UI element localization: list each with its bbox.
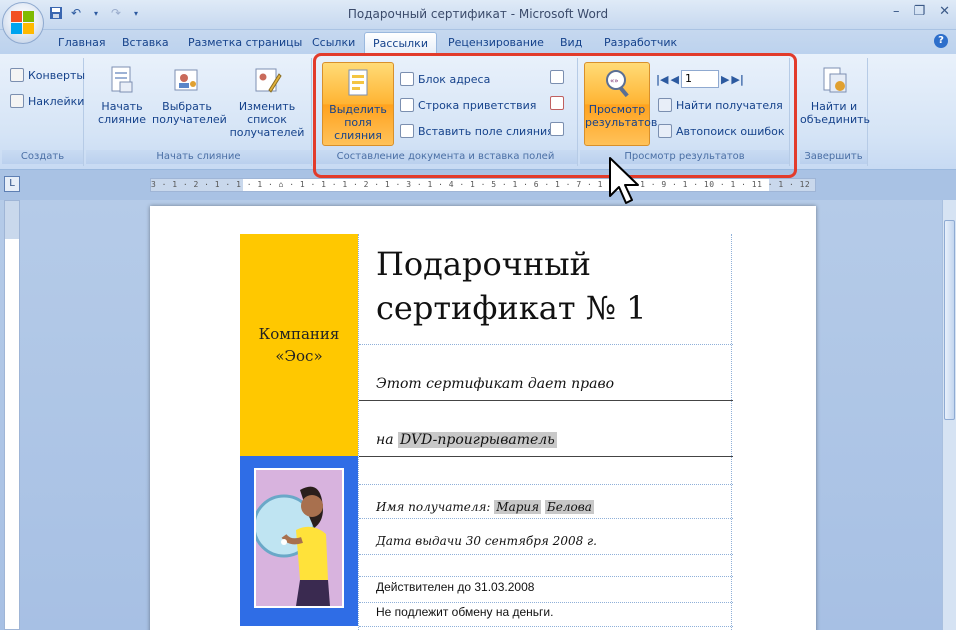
first-record-icon[interactable]: |◀ [656, 73, 668, 86]
insert-merge-field-button[interactable]: Вставить поле слияния ▾ [400, 124, 562, 138]
merge-field-last-name[interactable]: Белова [544, 500, 594, 514]
recipient-line: Имя получателя: Мария Белова [376, 500, 594, 514]
woman-clipart-image [254, 468, 344, 608]
help-icon[interactable]: ? [934, 34, 948, 48]
start-merge-icon [106, 64, 138, 96]
greeting-line-button[interactable]: Строка приветствия [400, 98, 536, 112]
update-labels-button[interactable] [550, 122, 564, 136]
ruler-area: L 3 · 1 · 2 · 1 · 1 · 1 · ⌂ · 1 · 1 · 1 … [0, 170, 956, 200]
next-record-icon[interactable]: ▶ [721, 73, 729, 86]
minimize-icon[interactable]: – [893, 4, 900, 19]
document-workspace: Компания «Эос» Подарочный сертификат № 1… [0, 200, 956, 630]
group-finish: Найти и объединить Завершить [800, 58, 870, 166]
edit-recipient-list-button[interactable]: Изменить список получателей [222, 64, 312, 139]
rules-button[interactable] [550, 70, 564, 84]
record-navigator: |◀ ◀ 1 ▶ ▶| [656, 70, 744, 88]
auto-check-errors-button[interactable]: Автопоиск ошибок [658, 124, 785, 138]
vertical-scrollbar[interactable] [942, 200, 956, 630]
match-fields-button[interactable] [550, 96, 564, 110]
scrollbar-thumb[interactable] [944, 220, 955, 420]
finish-merge-button[interactable]: Найти и объединить [800, 64, 870, 126]
finish-merge-icon [818, 64, 850, 96]
select-recipients-icon [171, 64, 203, 96]
update-labels-icon [550, 122, 564, 136]
group-write-insert: Выделить поля слияния Блок адреса Строка… [314, 58, 578, 166]
highlight-merge-fields-button[interactable]: Выделить поля слияния [322, 62, 394, 146]
start-merge-button[interactable]: Начать слияние [92, 64, 152, 126]
close-icon[interactable]: ✕ [939, 4, 950, 19]
labels-icon [10, 94, 24, 108]
ruler-numbers: 3 · 1 · 2 · 1 · 1 · 1 · ⌂ · 1 · 1 · 1 · … [151, 180, 815, 189]
labels-button[interactable]: Наклейки [10, 94, 84, 108]
office-logo-icon [11, 11, 35, 35]
tab-developer[interactable]: Разработчик [604, 36, 677, 49]
last-record-icon[interactable]: ▶| [731, 73, 743, 86]
preview-icon: «» [601, 67, 633, 99]
company-cell: Компания «Эос» [240, 234, 358, 456]
certificate-line-2: на DVD-проигрыватель [376, 432, 557, 448]
office-button[interactable] [2, 2, 44, 44]
group-start-merge: Начать слияние Выбрать получателей Измен… [86, 58, 312, 166]
previous-record-icon[interactable]: ◀ [670, 73, 678, 86]
group-label-write-insert: Составление документа и вставка полей [314, 150, 577, 164]
company-name: Компания «Эос» [258, 325, 340, 365]
group-create: Конверты Наклейки Создать [2, 58, 85, 166]
certificate-title: Подарочный сертификат № 1 [376, 245, 647, 327]
highlight-fields-icon [342, 67, 374, 99]
valid-until-line: Действителен до 31.03.2008 [376, 580, 535, 594]
address-block-icon [400, 72, 414, 86]
group-preview-results: «» Просмотр результатов |◀ ◀ 1 ▶ ▶| Найт… [580, 58, 790, 166]
group-label-finish: Завершить [800, 150, 867, 164]
edit-list-icon [251, 64, 283, 96]
find-recipient-icon [658, 98, 672, 112]
envelopes-button[interactable]: Конверты [10, 68, 85, 82]
preview-results-button[interactable]: «» Просмотр результатов [584, 62, 657, 146]
tab-mailings[interactable]: Рассылки [364, 32, 437, 54]
tab-review[interactable]: Рецензирование [448, 36, 544, 49]
tab-references[interactable]: Ссылки [312, 36, 355, 49]
ribbon-tabs: Главная Вставка Разметка страницы Ссылки… [0, 30, 956, 54]
vertical-ruler[interactable] [4, 200, 20, 630]
greeting-line-icon [400, 98, 414, 112]
group-label-start-merge: Начать слияние [86, 150, 311, 164]
tab-home[interactable]: Главная [58, 36, 106, 49]
auto-check-icon [658, 124, 672, 138]
merge-field-first-name[interactable]: Мария [494, 500, 542, 514]
certificate-line-1: Этот сертификат дает право [376, 376, 615, 392]
horizontal-ruler[interactable]: 3 · 1 · 2 · 1 · 1 · 1 · ⌂ · 1 · 1 · 1 · … [150, 178, 816, 192]
document-page[interactable]: Компания «Эос» Подарочный сертификат № 1… [150, 206, 816, 630]
find-recipient-button[interactable]: Найти получателя [658, 98, 783, 112]
envelope-icon [10, 68, 24, 82]
restore-icon[interactable]: ❐ [913, 4, 925, 19]
address-block-button[interactable]: Блок адреса [400, 72, 490, 86]
window-title: Подарочный сертификат - Microsoft Word [347, 7, 609, 21]
match-fields-icon [550, 96, 564, 110]
window-controls: – ❐ ✕ [893, 4, 950, 19]
merge-field-prize[interactable]: DVD-проигрыватель [398, 432, 557, 448]
group-label-create: Создать [2, 150, 83, 164]
issue-date-line: Дата выдачи 30 сентября 2008 г. [376, 534, 597, 548]
image-cell [240, 456, 358, 626]
ribbon: Конверты Наклейки Создать Начать слияние… [0, 54, 956, 170]
tab-selector-icon[interactable]: L [4, 176, 20, 192]
tab-view[interactable]: Вид [560, 36, 582, 49]
record-number-input[interactable]: 1 [680, 70, 719, 88]
insert-field-icon [400, 124, 414, 138]
mouse-cursor-icon [608, 156, 642, 209]
no-exchange-line: Не подлежит обмену на деньги. [376, 605, 554, 619]
title-bar: ↶ ▾ ↷ ▾ Подарочный сертификат - Microsof… [0, 0, 956, 30]
tab-page-layout[interactable]: Разметка страницы [188, 36, 302, 49]
rules-icon [550, 70, 564, 84]
select-recipients-button[interactable]: Выбрать получателей [152, 64, 227, 126]
certificate-table: Компания «Эос» Подарочный сертификат № 1… [240, 234, 733, 630]
svg-text:«»: «» [610, 77, 619, 85]
tab-insert[interactable]: Вставка [122, 36, 169, 49]
